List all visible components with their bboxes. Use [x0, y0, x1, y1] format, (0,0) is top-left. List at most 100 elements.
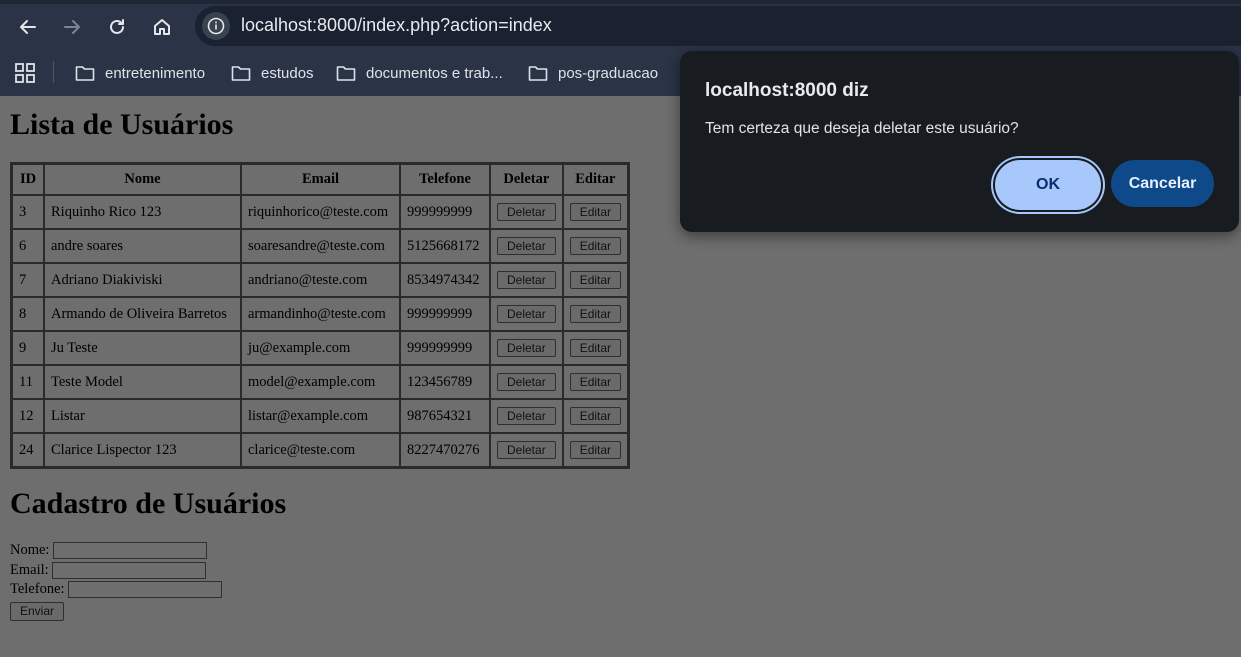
edit-button[interactable]: Editar	[569, 305, 622, 323]
browser-toolbar: localhost:8000/index.php?action=index	[0, 0, 1241, 50]
form-title: Cadastro de Usuários	[10, 487, 287, 520]
cell-telefone: 5125668172	[400, 229, 490, 263]
table-row: 8 Armando de Oliveira Barretos armandinho@…	[12, 297, 629, 331]
delete-cell: Deletar	[490, 331, 563, 365]
cell-id: 6	[12, 229, 44, 263]
cell-email: model@example.com	[241, 365, 400, 399]
folder-icon	[75, 66, 95, 81]
cell-nome: andre soares	[44, 229, 241, 263]
edit-button[interactable]: Editar	[569, 407, 622, 425]
bookmark-folder-pos-graduacao[interactable]: pos-graduacao	[528, 61, 658, 85]
bookmark-folder-documentos[interactable]: documentos e trab...	[336, 61, 503, 85]
edit-button[interactable]: Editar	[569, 373, 622, 391]
col-header-id: ID	[12, 164, 44, 195]
delete-button[interactable]: Deletar	[497, 373, 556, 391]
edit-cell: Editar	[562, 331, 629, 365]
delete-button[interactable]: Deletar	[497, 339, 556, 357]
delete-cell: Deletar	[490, 195, 563, 229]
bookmark-label: entretenimento	[105, 64, 206, 82]
nome-input[interactable]	[53, 542, 208, 560]
table-row: 6 andre soares soaresandre@teste.com 512566…	[12, 229, 629, 263]
col-header-telefone: Telefone	[400, 164, 490, 195]
dialog-message: Tem certeza que deseja deletar este usuá…	[705, 120, 1019, 137]
cell-nome: Riquinho Rico 123	[44, 195, 241, 229]
col-header-nome: Nome	[44, 164, 241, 195]
list-title: Lista de Usuários	[10, 108, 234, 141]
email-label: Email:	[10, 561, 49, 578]
delete-cell: Deletar	[490, 399, 563, 433]
table-row: 7 Adriano Diakiviski andriano@teste.com 853…	[12, 263, 629, 297]
delete-button[interactable]: Deletar	[497, 237, 556, 255]
delete-cell: Deletar	[490, 433, 563, 467]
cell-id: 3	[12, 195, 44, 229]
col-header-editar: Editar	[562, 164, 629, 195]
edit-cell: Editar	[562, 433, 629, 467]
delete-button[interactable]: Deletar	[497, 441, 556, 459]
edit-button[interactable]: Editar	[569, 237, 622, 255]
edit-button[interactable]: Editar	[569, 203, 622, 221]
address-bar[interactable]: localhost:8000/index.php?action=index	[195, 6, 1241, 46]
enviar-button[interactable]: Enviar	[10, 601, 65, 621]
cell-id: 7	[12, 263, 44, 297]
reload-icon[interactable]	[102, 12, 132, 42]
cell-telefone: 999999999	[400, 195, 490, 229]
email-input[interactable]	[52, 561, 207, 579]
cell-email: armandinho@teste.com	[241, 297, 400, 331]
back-icon[interactable]	[13, 12, 43, 42]
apps-grid-icon[interactable]	[14, 62, 36, 84]
bookmarks-separator	[53, 61, 54, 83]
nome-label: Nome:	[10, 542, 50, 558]
delete-cell: Deletar	[490, 263, 563, 297]
edit-cell: Editar	[562, 229, 629, 263]
cell-id: 9	[12, 331, 44, 365]
confirm-dialog: localhost:8000 diz Tem certeza que desej…	[680, 51, 1239, 232]
col-header-deletar: Deletar	[490, 164, 563, 195]
col-header-email: Email	[241, 164, 400, 195]
home-icon[interactable]	[147, 12, 177, 42]
delete-button[interactable]: Deletar	[497, 407, 556, 425]
delete-cell: Deletar	[490, 365, 563, 399]
delete-button[interactable]: Deletar	[497, 305, 556, 323]
forward-icon[interactable]	[57, 12, 87, 42]
cell-email: soaresandre@teste.com	[241, 229, 400, 263]
site-info-icon[interactable]	[202, 12, 230, 40]
edit-cell: Editar	[562, 297, 629, 331]
telefone-input[interactable]	[68, 581, 223, 599]
cell-telefone: 999999999	[400, 297, 490, 331]
bookmark-folder-estudos[interactable]: estudos	[231, 61, 314, 85]
table-row: 11 Teste Model model@example.com 123456789 D…	[12, 365, 629, 399]
bookmark-folder-entretenimento[interactable]: entretenimento	[75, 61, 205, 85]
edit-button[interactable]: Editar	[569, 441, 622, 459]
delete-cell: Deletar	[490, 229, 563, 263]
cell-telefone: 987654321	[400, 399, 490, 433]
telefone-label: Telefone:	[10, 581, 65, 598]
folder-icon	[528, 66, 548, 81]
ok-button[interactable]: OK	[995, 160, 1101, 210]
cell-nome: Armando de Oliveira Barretos	[44, 297, 241, 331]
cell-nome: Ju Teste	[44, 331, 241, 365]
cell-nome: Teste Model	[44, 365, 241, 399]
cell-email: listar@example.com	[241, 399, 400, 433]
edit-cell: Editar	[562, 195, 629, 229]
dialog-title: localhost:8000 diz	[705, 80, 869, 101]
edit-cell: Editar	[562, 399, 629, 433]
cell-telefone: 8227470276	[400, 433, 490, 467]
cell-telefone: 999999999	[400, 331, 490, 365]
cell-email: andriano@teste.com	[241, 263, 400, 297]
delete-button[interactable]: Deletar	[497, 271, 556, 289]
bookmark-label: pos-graduacao	[558, 64, 659, 82]
url-text: localhost:8000/index.php?action=index	[241, 15, 552, 35]
cell-nome: Clarice Lispector 123	[44, 433, 241, 467]
edit-button[interactable]: Editar	[569, 271, 622, 289]
cell-telefone: 8534974342	[400, 263, 490, 297]
delete-cell: Deletar	[490, 297, 563, 331]
delete-button[interactable]: Deletar	[497, 203, 556, 221]
cell-telefone: 123456789	[400, 365, 490, 399]
table-row: 9 Ju Teste ju@example.com 999999999 Deletar E…	[12, 331, 629, 365]
edit-button[interactable]: Editar	[569, 339, 622, 357]
cell-email: riquinhorico@teste.com	[241, 195, 400, 229]
table-row: 24 Clarice Lispector 123 clarice@teste.com…	[12, 433, 629, 467]
cell-id: 24	[12, 433, 44, 467]
cell-id: 8	[12, 297, 44, 331]
cancel-button[interactable]: Cancelar	[1111, 160, 1214, 207]
